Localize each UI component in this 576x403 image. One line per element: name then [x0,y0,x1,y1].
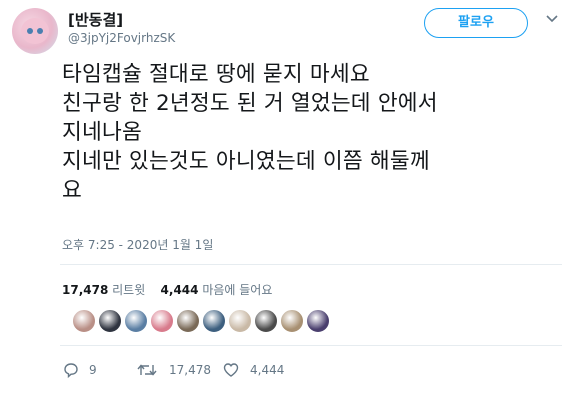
retweet-label[interactable]: 리트윗 [112,283,145,297]
like-action-count: 4,444 [250,363,285,377]
divider [60,264,562,265]
retweet-action-count: 17,478 [169,363,211,377]
liker-avatar[interactable] [306,309,330,333]
avatar[interactable] [12,8,58,54]
divider [60,345,562,346]
engagement-stats: 17,478 리트윗 4,444 마음에 들어요 [62,281,272,298]
reply-button[interactable]: 9 [62,360,112,380]
liker-avatar[interactable] [280,309,304,333]
like-label[interactable]: 마음에 들어요 [202,283,272,297]
retweet-button[interactable]: 17,478 [136,360,226,380]
reply-count: 9 [89,363,97,377]
like-button[interactable]: 4,444 [222,360,302,380]
chevron-down-icon[interactable] [545,14,559,24]
tweet-timestamp[interactable]: 오후 7:25 - 2020년 1월 1일 [62,236,213,253]
liker-avatar[interactable] [228,309,252,333]
follow-button[interactable]: 팔로우 [424,8,528,38]
tweet-text: 타임캡슐 절대로 땅에 묻지 마세요 친구랑 한 2년정도 된 거 열었는데 안… [62,60,562,205]
heart-icon [223,363,239,377]
retweet-count[interactable]: 17,478 [62,283,108,297]
liker-avatar[interactable] [124,309,148,333]
tweet-text-line: 친구랑 한 2년정도 된 거 열었는데 안에서 [62,91,438,116]
avatar-eye-left [27,28,33,34]
avatar-eye-right [37,28,43,34]
avatar-face [21,18,49,44]
like-count[interactable]: 4,444 [161,283,199,297]
reply-icon [64,363,78,379]
user-handle[interactable]: @3jpYj2FovjrhzSK [68,31,175,45]
tweet-text-line: 요 [62,178,82,203]
user-display-name[interactable]: [반동결] [68,9,123,30]
liker-avatar[interactable] [150,309,174,333]
tweet-text-line: 지네나옴 [62,120,142,145]
retweet-icon [137,364,157,376]
liker-avatar[interactable] [72,309,96,333]
tweet-text-line: 타임캡슐 절대로 땅에 묻지 마세요 [62,62,370,87]
liker-avatar[interactable] [176,309,200,333]
liker-avatar[interactable] [202,309,226,333]
liker-avatar[interactable] [254,309,278,333]
liker-avatar[interactable] [98,309,122,333]
tweet-text-line: 지네만 있는것도 아니였는데 이쯤 해둘께 [62,149,430,174]
